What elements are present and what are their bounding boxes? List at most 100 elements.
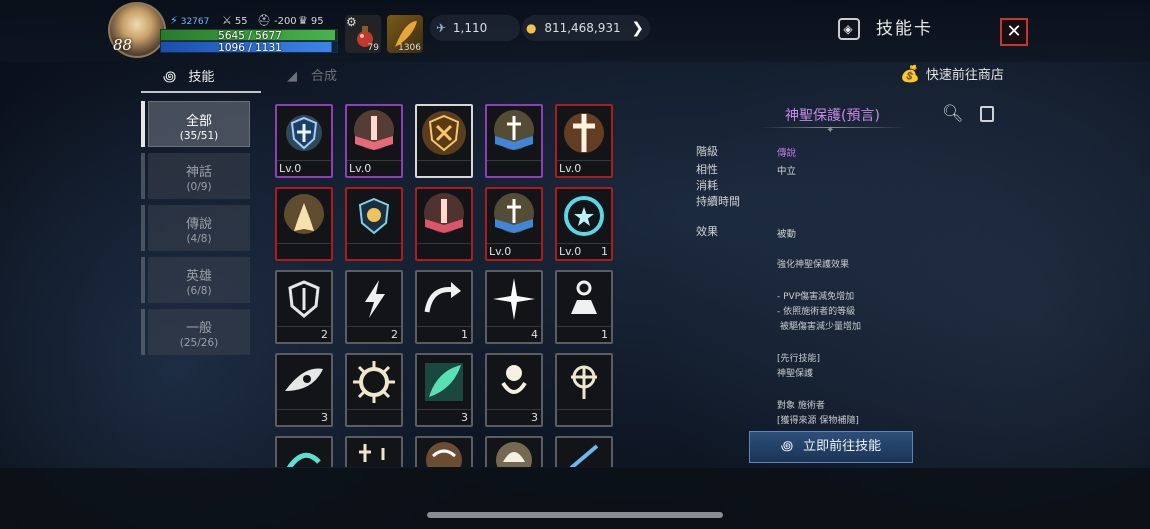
description-line: [獲得來源 保物補隨]	[777, 416, 859, 426]
money-bag-icon: 💰	[900, 64, 920, 83]
holy-shield-icon	[286, 115, 322, 151]
eye-icon	[285, 368, 323, 391]
pedestal-icon	[571, 280, 597, 314]
chevron-right-icon[interactable]: ❯	[631, 15, 644, 41]
curved-arrow-icon	[424, 282, 461, 313]
holy-book-icon	[354, 110, 394, 150]
category-mythic[interactable]: 神話 (0/9)	[148, 153, 250, 199]
divider-ornament-icon: ✦	[826, 125, 835, 136]
tab-skill-underline	[141, 91, 261, 93]
description-line: [先行技能]	[777, 354, 821, 364]
character-level: 88	[113, 36, 133, 54]
totem-icon	[571, 365, 597, 399]
category-marker	[141, 257, 145, 303]
category-hero[interactable]: 英雄 (6/8)	[148, 257, 250, 303]
skill-card-white-shield[interactable]: 2	[275, 270, 333, 344]
gear-icon[interactable]: ⚙	[346, 15, 357, 29]
tab-synthesis[interactable]: ◢ 合成	[287, 68, 337, 90]
star-ring-icon	[564, 196, 604, 236]
sparkle-icon	[359, 444, 385, 462]
top-status-bar: 88 ⚡ 32767 ⚔ 55 ⛑ -200 ♛ 95 5645 / 5677 1096…	[0, 0, 1150, 62]
heart-glow-icon	[426, 442, 462, 467]
defense-stat: ⛑ -200	[257, 14, 297, 27]
white-shield-icon	[288, 280, 320, 318]
skill-card-totem[interactable]	[555, 353, 613, 427]
skill-card-heart-glow[interactable]	[415, 436, 473, 467]
trophy-icon: ♛	[298, 14, 308, 27]
page-title-area: ◈ 技能卡	[838, 14, 933, 40]
attack-stat: ⚔ 55	[222, 14, 248, 27]
category-marker	[141, 101, 145, 147]
blue-book-icon	[494, 110, 534, 150]
category-legend[interactable]: 傳說 (4/8)	[148, 205, 250, 251]
search-icon[interactable]: 🔍︎	[942, 104, 964, 124]
mp-bar: 1096 / 1131	[160, 41, 338, 54]
cost-label: 消耗	[696, 179, 718, 192]
grade-label: 階級	[696, 145, 718, 158]
skill-card-pedestal[interactable]: 1	[555, 270, 613, 344]
swirl-icon: ꩜	[780, 439, 794, 454]
skill-card-spiked-wheel[interactable]	[345, 353, 403, 427]
skill-card-grid: Lv.0 Lv.0 Lv.0 Lv.0 Lv.0 1 2 2 1 4 1 3 3…	[270, 100, 620, 467]
skill-card-holy-book[interactable]: Lv.0	[345, 104, 403, 178]
tab-skill[interactable]: ꩜ 技能	[163, 68, 214, 90]
description-line: 對象 施術者	[777, 401, 825, 411]
holy-cross-icon	[564, 113, 604, 153]
skill-card-blue-book[interactable]	[485, 104, 543, 178]
burst-icon	[493, 278, 535, 320]
skill-card-cyan-swirl[interactable]	[275, 436, 333, 467]
skill-card-golden-helm[interactable]	[485, 436, 543, 467]
red-book-icon	[424, 193, 464, 233]
sword-icon: ⚔	[222, 14, 232, 27]
skill-card-holy-cross[interactable]: Lv.0	[555, 104, 613, 178]
quick-shop-link[interactable]: 💰 快速前往商店	[900, 64, 1004, 83]
category-marker	[141, 205, 145, 251]
description-line: 強化神聖保護效果	[777, 260, 850, 270]
sacred-book-icon	[494, 193, 534, 233]
green-leaf-icon	[425, 363, 463, 401]
category-marker	[141, 309, 145, 355]
skill-card-curved-arrow[interactable]: 1	[415, 270, 473, 344]
skill-card-burst[interactable]: 4	[485, 270, 543, 344]
mp-text: 1096 / 1131	[218, 42, 282, 54]
skill-card-star-ring[interactable]: Lv.0 1	[555, 187, 613, 261]
description-line: - PVP傷害減免增加	[777, 292, 855, 302]
skill-card-blue-blade[interactable]	[555, 436, 613, 467]
skill-card-green-leaf[interactable]: 3	[415, 353, 473, 427]
skill-card-lightning[interactable]: 2	[345, 270, 403, 344]
go-to-skill-button[interactable]: ꩜ 立即前往技能	[749, 431, 913, 463]
feather-count: 1306	[398, 43, 421, 53]
swirl-icon: ꩜	[163, 69, 177, 85]
potion-slot[interactable]: ⚙ 79	[345, 15, 381, 53]
description-line: - 依照施術者的等級	[777, 307, 856, 317]
power-stat: ⚡ 32767	[170, 14, 210, 27]
golden-helm-icon	[496, 442, 532, 467]
skill-card-sacred-book[interactable]: Lv.0	[485, 187, 543, 261]
feather-slot[interactable]: 1306	[387, 15, 423, 53]
skill-card-orb-cup[interactable]: 3	[485, 353, 543, 427]
lightning-icon	[365, 280, 385, 318]
skill-card-sparkle[interactable]	[345, 436, 403, 467]
potion-count: 79	[367, 43, 379, 53]
close-button[interactable]: ✕	[1000, 18, 1028, 46]
category-all[interactable]: 全部 (35/51)	[148, 101, 250, 147]
crystal-icon: ✈	[436, 21, 447, 35]
skill-card-shield-emblem[interactable]	[345, 187, 403, 261]
skill-card-red-book[interactable]	[415, 187, 473, 261]
skill-card-eye[interactable]: 3	[275, 353, 333, 427]
shield-emblem-icon	[358, 197, 390, 235]
cyan-swirl-icon	[286, 452, 321, 467]
lock-icon[interactable]	[980, 106, 994, 122]
honor-stat: ♛ 95	[298, 14, 324, 27]
skill-card-divine-protection[interactable]	[415, 104, 473, 178]
effect-value: 被動	[777, 229, 797, 240]
skill-card-holy-shield-cross[interactable]: Lv.0	[275, 104, 333, 178]
skill-detail-title: 神聖保護(預言)	[785, 108, 880, 124]
merge-icon: ◢	[287, 69, 297, 84]
category-normal[interactable]: 一般 (25/26)	[148, 309, 250, 355]
skill-card-praying-hands[interactable]	[275, 187, 333, 261]
home-indicator[interactable]	[427, 512, 723, 518]
orb-cup-icon	[501, 365, 527, 394]
praying-hands-icon	[284, 194, 324, 234]
effect-label: 效果	[696, 225, 718, 238]
